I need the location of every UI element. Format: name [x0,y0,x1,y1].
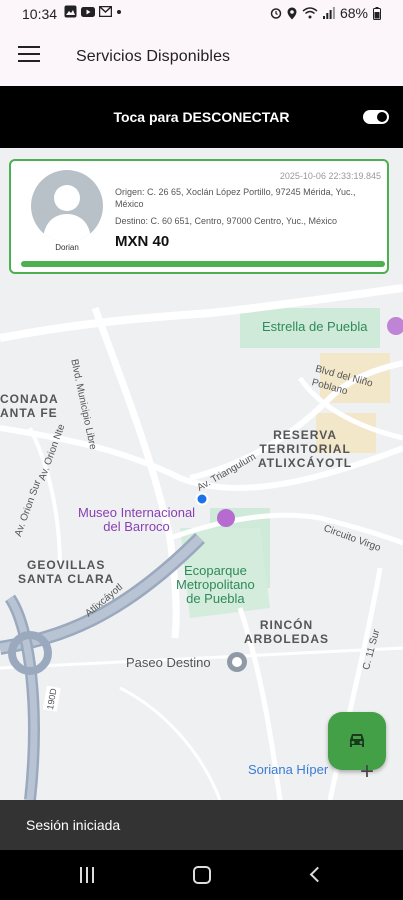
connection-toggle[interactable] [363,110,389,124]
snackbar-text: Sesión iniciada [26,817,121,833]
request-card[interactable]: Dorian 2025-10-06 22:33:19.845 Origen: C… [9,159,389,274]
zoom-in-icon[interactable]: + [360,758,374,786]
estrella-marker [387,317,403,335]
driver-avatar [31,170,103,242]
youtube-icon [81,6,95,17]
map-label-conada: CONADA ANTA FE [0,392,59,420]
request-destination: Destino: C. 60 651, Centro, 97000 Centro… [115,216,337,226]
map-label-museo[interactable]: Museo Internacional del Barroco [78,506,195,534]
notification-icons [64,5,122,18]
back-icon[interactable] [309,866,326,883]
signal-icon [322,7,335,19]
gmail-icon [99,6,112,17]
map-label-estrella[interactable]: Estrella de Puebla [262,320,368,334]
dot-icon [117,9,121,14]
app-bar: Servicios Disponibles [0,28,403,86]
home-icon[interactable] [193,866,211,884]
system-nav-bar [0,850,403,900]
location-icon [287,7,297,19]
car-icon [350,734,364,747]
request-progress-bar [21,261,385,267]
disconnect-label[interactable]: Toca para DESCONECTAR [0,109,403,125]
page-title: Servicios Disponibles [76,48,231,65]
map-label-soriana[interactable]: Soriana Híper [248,763,328,777]
request-timestamp: 2025-10-06 22:33:19.845 [279,171,381,181]
battery-icon [373,6,381,20]
map-label-ecoparque[interactable]: Ecoparque Metropolitano de Puebla [176,564,255,606]
request-origin: Origen: C. 26 65, Xoclán López Portillo,… [115,187,356,209]
connection-bar[interactable]: Toca para DESCONECTAR [0,86,403,148]
map-label-reserva: RESERVA TERRITORIAL ATLIXCÁYOTL [258,428,353,470]
recents-icon[interactable] [80,867,98,883]
battery-text: 68% [339,5,368,21]
system-icons: 68% [270,5,381,21]
map-label-paseo[interactable]: Paseo Destino [126,656,211,670]
map-label-rincon: RINCÓN ARBOLEDAS [244,618,330,646]
request-price: MXN 40 [115,233,170,250]
museo-marker [217,509,235,527]
hamburger-menu-icon[interactable] [18,46,40,64]
snackbar: Sesión iniciada [0,800,403,850]
status-time: 10:34 [22,6,58,22]
car-fab-button[interactable] [328,712,386,770]
map-label-geovillas: GEOVILLAS SANTA CLARA [18,558,115,586]
alarm-icon [270,8,282,19]
status-bar: 10:34 68% [0,0,403,28]
photos-icon [64,5,77,18]
wifi-icon [302,7,318,19]
driver-name: Dorian [55,243,79,252]
